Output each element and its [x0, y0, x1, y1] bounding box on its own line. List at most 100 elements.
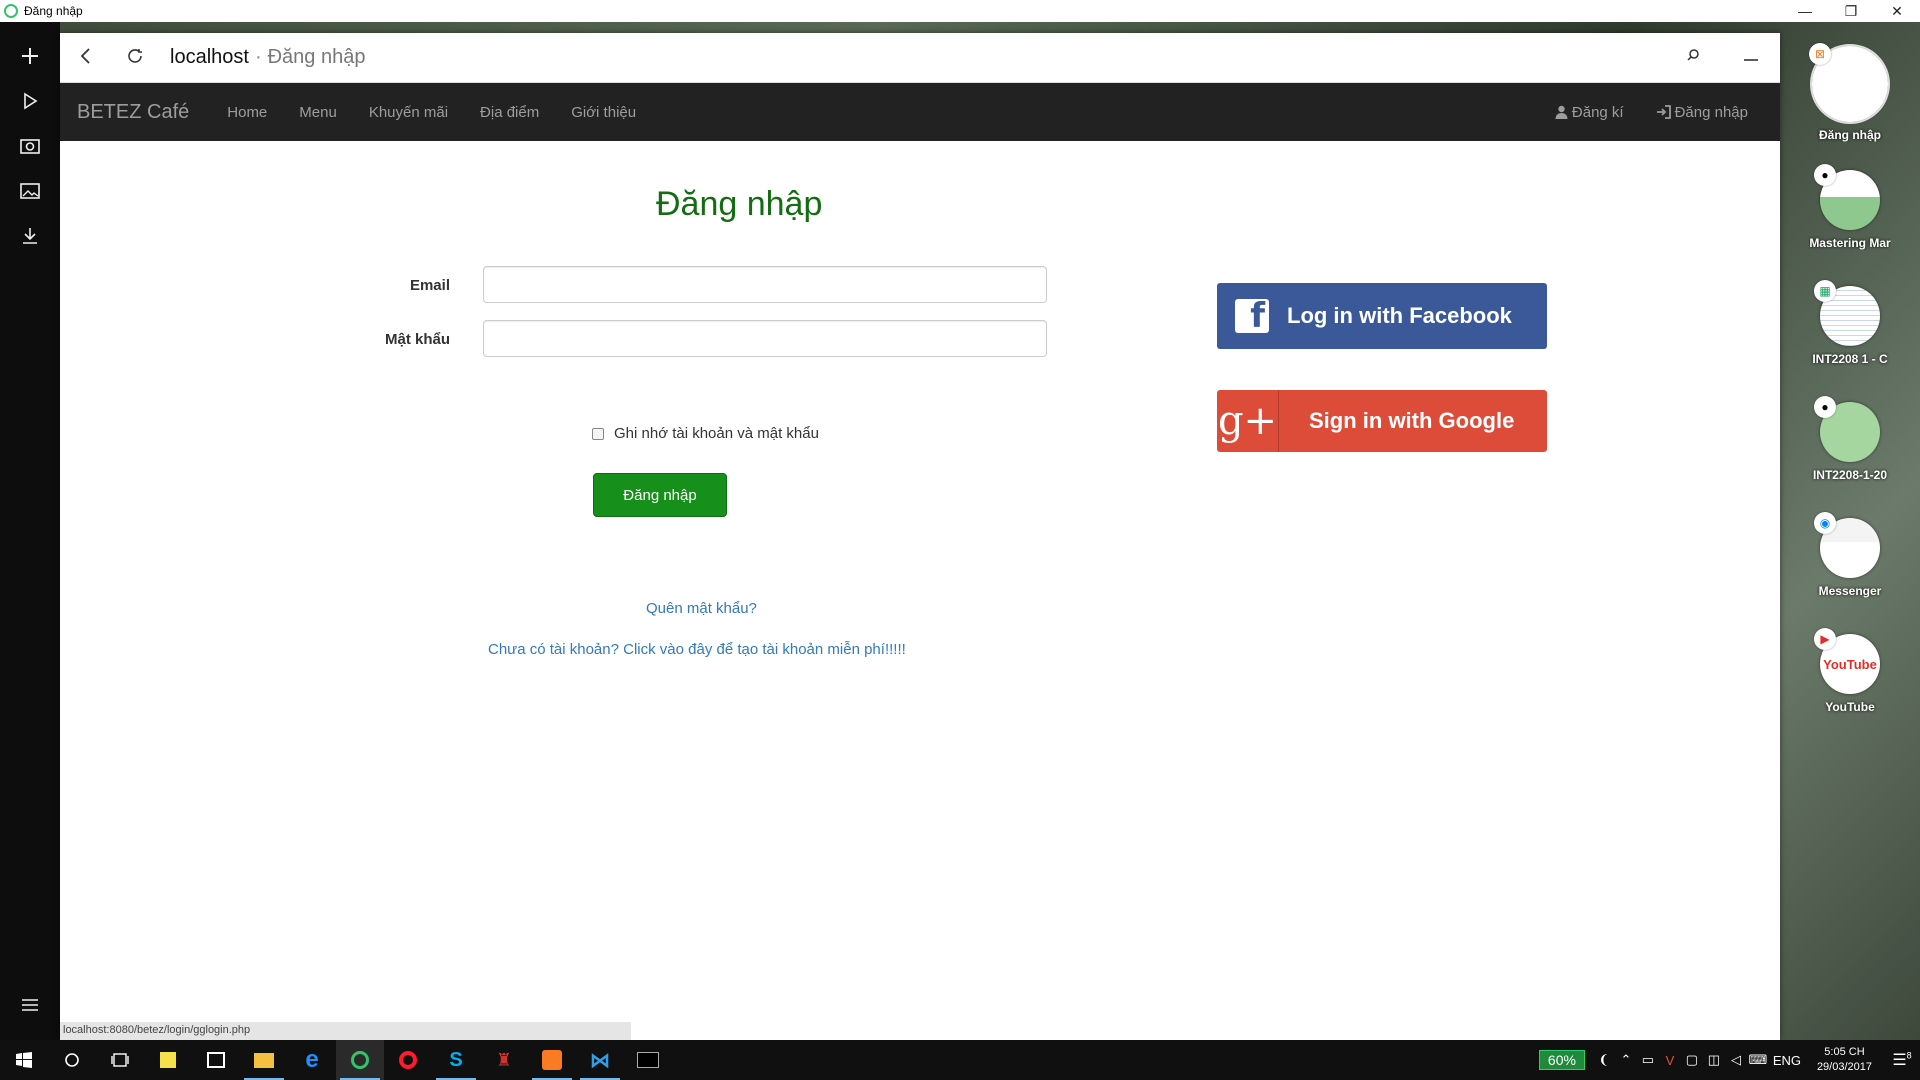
system-tray: 60% ❨ ⌃ ▭ V ▢ ◫ ◁ ⌨ ENG 5:05 CH 29/03/20… [1538, 1045, 1920, 1075]
sticky-notes-icon[interactable] [144, 1040, 192, 1080]
add-icon[interactable] [12, 38, 48, 74]
search-icon[interactable] [1664, 48, 1722, 67]
github-icon: ● [1814, 164, 1836, 186]
tile-name: INT2208-1-20 [1812, 468, 1888, 482]
right-sidebar: ⊠ Đăng nhập ● Mastering Mar ▦ INT2208 1 … [1780, 22, 1920, 1040]
url-page-title[interactable]: Đăng nhập [268, 46, 366, 69]
tile-name: Mastering Mar [1809, 236, 1891, 250]
minimize-page-icon[interactable] [1722, 49, 1780, 67]
sidebar-tile-messenger[interactable]: ◉ Messenger [1780, 512, 1920, 598]
task-view-icon[interactable] [96, 1040, 144, 1080]
nav-promotions[interactable]: Khuyến mãi [369, 104, 448, 121]
forgot-password-link[interactable]: Quên mật khẩu? [646, 600, 757, 617]
sidebar-tile-login[interactable]: ⊠ Đăng nhập [1780, 43, 1920, 142]
facebook-login-label: Log in with Facebook [1287, 303, 1512, 328]
xampp-icon[interactable] [528, 1040, 576, 1080]
nav-menu[interactable]: Menu [299, 104, 337, 121]
leaf-icon[interactable]: ❨ [1593, 1052, 1615, 1068]
edge-icon[interactable]: e [288, 1040, 336, 1080]
nav-login-label: Đăng nhập [1674, 103, 1748, 121]
site-navbar: BETEZ Café Home Menu Khuyến mãi Địa điểm… [60, 83, 1780, 141]
minimize-button[interactable]: — [1782, 3, 1828, 20]
clock[interactable]: 5:05 CH 29/03/2017 [1817, 1045, 1872, 1075]
tile-name: INT2208 1 - C [1812, 352, 1888, 366]
antivirus-icon[interactable]: V [1659, 1053, 1681, 1068]
os-titlebar: Đăng nhập — ❐ ✕ [0, 0, 1920, 22]
tile-thumbnail: ● [1814, 164, 1880, 230]
notification-center-icon[interactable]: ☰8 [1884, 1050, 1920, 1070]
remember-row[interactable]: Ghi nhớ tài khoản và mật khẩu [592, 425, 819, 442]
sidebar-tile-youtube[interactable]: ▶ YouTube YouTube [1780, 628, 1920, 714]
remember-checkbox[interactable] [592, 427, 604, 440]
facebook-icon: f [1217, 299, 1287, 333]
nav-login[interactable]: Đăng nhập [1656, 104, 1748, 121]
close-button[interactable]: ✕ [1874, 3, 1920, 20]
login-icon [1656, 105, 1671, 119]
facebook-login-button[interactable]: f Log in with Facebook [1217, 283, 1547, 349]
user-icon [1555, 105, 1568, 119]
store-icon[interactable] [192, 1040, 240, 1080]
page-content: Đăng nhập Email Mật khẩu Ghi nhớ tài kho… [60, 141, 1780, 1029]
password-field[interactable] [483, 320, 1047, 357]
download-icon[interactable] [12, 218, 48, 254]
google-login-button[interactable]: g+ Sign in with Google [1217, 390, 1547, 452]
google-login-label: Sign in with Google [1309, 408, 1515, 433]
email-field[interactable] [483, 266, 1047, 303]
nav-register-label: Đăng kí [1571, 103, 1624, 121]
reload-icon[interactable] [110, 45, 160, 71]
clock-date: 29/03/2017 [1816, 1061, 1872, 1073]
nav-locations[interactable]: Địa điểm [480, 104, 539, 121]
camera-icon[interactable] [12, 128, 48, 164]
xampp-icon: ⊠ [1809, 43, 1831, 65]
sidebar-tile-mastering[interactable]: ● Mastering Mar [1780, 164, 1920, 250]
hamburger-icon[interactable] [12, 987, 48, 1023]
login-submit-button[interactable]: Đăng nhập [593, 473, 727, 517]
skype-icon[interactable]: S [432, 1040, 480, 1080]
vscode-icon[interactable]: ⋈ [576, 1040, 624, 1080]
page-title: Đăng nhập [656, 185, 823, 223]
youtube-logo: YouTube [1823, 656, 1877, 672]
browser-app-icon[interactable] [336, 1040, 384, 1080]
left-rail [0, 22, 60, 1040]
keyboard-icon[interactable]: ⌨ [1747, 1052, 1769, 1068]
image-icon[interactable] [12, 173, 48, 209]
password-label: Mật khẩu [384, 331, 450, 348]
site-brand[interactable]: BETEZ Café [77, 101, 189, 124]
play-icon[interactable] [12, 83, 48, 119]
taskbar: e S ♜ ⋈ 60% ❨ ⌃ ▭ V ▢ ◫ ◁ ⌨ ENG 5:05 CH … [0, 1040, 1920, 1080]
windows-start-icon[interactable] [0, 1040, 48, 1080]
window-title: Đăng nhập [24, 4, 83, 18]
status-url: localhost:8080/betez/login/gglogin.php [60, 1022, 631, 1040]
file-explorer-icon[interactable] [240, 1040, 288, 1080]
url-host[interactable]: localhost [170, 46, 249, 69]
volume-icon[interactable]: ◁ [1725, 1052, 1747, 1068]
nav-register[interactable]: Đăng kí [1555, 104, 1624, 121]
url-separator: · [254, 46, 262, 68]
sheets-icon: ▦ [1814, 280, 1836, 302]
opera-icon[interactable] [384, 1040, 432, 1080]
battery-indicator[interactable]: 60% [1538, 1050, 1585, 1070]
tile-thumbnail: ▶ YouTube [1814, 628, 1880, 694]
chevron-up-icon[interactable]: ⌃ [1615, 1052, 1637, 1068]
tile-name: YouTube [1825, 700, 1875, 714]
storage-icon[interactable]: ▭ [1637, 1052, 1659, 1068]
language-indicator[interactable]: ENG [1769, 1053, 1805, 1068]
network-icon[interactable]: ◫ [1703, 1052, 1725, 1068]
battery-tray-icon[interactable]: ▢ [1681, 1052, 1703, 1068]
remember-label: Ghi nhớ tài khoản và mật khẩu [614, 425, 819, 442]
restore-button[interactable]: ❐ [1828, 3, 1874, 20]
sidebar-tile-int2208-sheet[interactable]: ▦ INT2208 1 - C [1780, 280, 1920, 366]
terminal-icon[interactable] [624, 1040, 672, 1080]
nav-home[interactable]: Home [227, 104, 267, 121]
tile-name: Đăng nhập [1819, 128, 1881, 142]
sidebar-tile-int2208-repo[interactable]: ● INT2208-1-20 [1780, 396, 1920, 482]
tile-thumbnail: ⊠ [1809, 43, 1890, 124]
ruby-app-icon[interactable]: ♜ [480, 1040, 528, 1080]
signup-link[interactable]: Chưa có tài khoản? Click vào đây để tạo … [488, 641, 906, 658]
address-bar: localhost · Đăng nhập [60, 33, 1780, 83]
youtube-icon: ▶ [1814, 628, 1836, 650]
clock-time: 5:05 CH [1824, 1046, 1865, 1058]
cortana-icon[interactable] [48, 1040, 96, 1080]
back-icon[interactable] [60, 45, 110, 71]
nav-about[interactable]: Giới thiệu [571, 104, 636, 121]
